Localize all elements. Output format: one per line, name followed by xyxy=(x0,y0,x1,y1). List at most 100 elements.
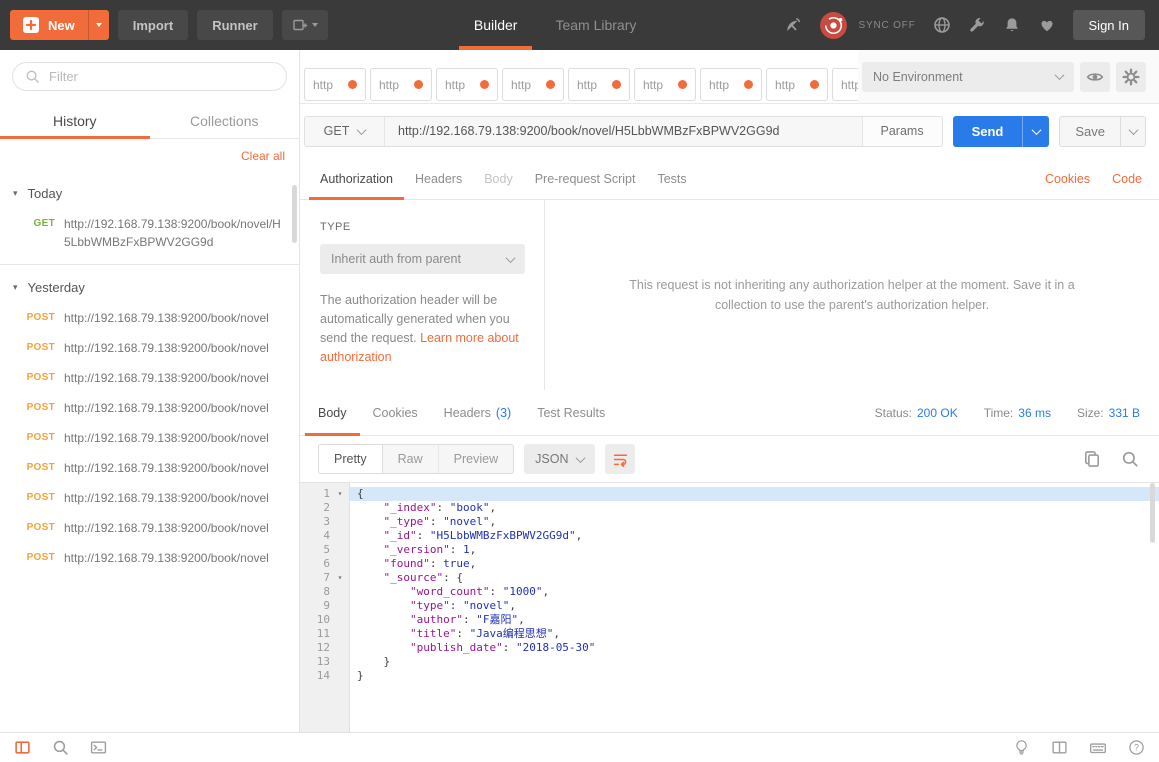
bell-icon[interactable] xyxy=(1003,16,1021,34)
history-group-header[interactable]: ▾Today xyxy=(0,173,299,209)
method-select[interactable]: GET xyxy=(305,117,385,146)
view-mode-preview[interactable]: Preview xyxy=(439,445,513,473)
wrap-text-button[interactable] xyxy=(605,444,635,474)
view-mode-raw[interactable]: Raw xyxy=(383,445,439,473)
send-dropdown-caret[interactable] xyxy=(1022,116,1049,147)
request-tab[interactable]: http xyxy=(766,68,828,101)
format-select-value: JSON xyxy=(535,452,568,466)
request-tab[interactable]: http xyxy=(370,68,432,101)
eye-icon xyxy=(1086,68,1104,86)
history-item[interactable]: POSThttp://192.168.79.138:9200/book/nove… xyxy=(0,543,299,573)
save-button-main[interactable]: Save xyxy=(1060,117,1120,146)
new-dropdown-caret[interactable] xyxy=(88,10,109,40)
tab-headers[interactable]: Headers xyxy=(404,158,473,199)
wrench-icon[interactable] xyxy=(968,16,986,34)
tab-team-library[interactable]: Team Library xyxy=(540,0,651,50)
line-number: 5 xyxy=(300,543,330,557)
filter-input[interactable] xyxy=(12,62,287,91)
new-button[interactable]: New xyxy=(10,10,109,40)
history-group-label: Yesterday xyxy=(28,280,85,295)
tab-authorization[interactable]: Authorization xyxy=(309,158,404,199)
history-item[interactable]: GEThttp://192.168.79.138:9200/book/novel… xyxy=(0,209,299,257)
console-icon[interactable] xyxy=(90,739,107,756)
history-group-header[interactable]: ▾Yesterday xyxy=(0,267,299,303)
save-button[interactable]: Save xyxy=(1059,116,1146,147)
search-all-icon[interactable] xyxy=(52,739,69,756)
request-tab[interactable]: http xyxy=(634,68,696,101)
view-mode-pretty[interactable]: Pretty xyxy=(319,445,383,473)
send-button-main[interactable]: Send xyxy=(953,116,1023,147)
send-button[interactable]: Send xyxy=(953,116,1050,147)
help-icon[interactable]: ? xyxy=(1128,739,1145,756)
history-item[interactable]: POSThttp://192.168.79.138:9200/book/nove… xyxy=(0,333,299,363)
request-tab[interactable]: http xyxy=(304,68,366,101)
method-badge: POST xyxy=(0,549,64,567)
history-item[interactable]: POSThttp://192.168.79.138:9200/book/nove… xyxy=(0,423,299,453)
request-tab[interactable]: http xyxy=(700,68,762,101)
tab-body[interactable]: Body xyxy=(473,158,524,199)
request-tab[interactable]: http xyxy=(832,68,858,101)
sidebar-scrollbar[interactable] xyxy=(292,185,297,243)
toggle-sidebar-icon[interactable] xyxy=(14,739,31,756)
request-tab[interactable]: http xyxy=(502,68,564,101)
satellite-icon[interactable] xyxy=(783,16,802,35)
tab-history[interactable]: History xyxy=(0,103,150,138)
tab-collections[interactable]: Collections xyxy=(150,103,300,138)
tab-tests[interactable]: Tests xyxy=(646,158,697,199)
import-button[interactable]: Import xyxy=(118,10,188,40)
code-link[interactable]: Code xyxy=(1112,172,1142,186)
tab-response-body[interactable]: Body xyxy=(305,390,360,435)
history-url: http://192.168.79.138:9200/book/novel xyxy=(64,459,299,477)
heart-icon[interactable] xyxy=(1038,16,1056,34)
statusbar-left xyxy=(14,739,107,756)
top-bar: New Import Runner Builder Team Library S… xyxy=(0,0,1159,50)
tab-response-cookies[interactable]: Cookies xyxy=(360,390,431,435)
cookies-link[interactable]: Cookies xyxy=(1045,172,1090,186)
request-tab[interactable]: http xyxy=(568,68,630,101)
two-pane-layout-icon[interactable] xyxy=(1051,739,1068,756)
history-item[interactable]: POSThttp://192.168.79.138:9200/book/nove… xyxy=(0,483,299,513)
tab-response-cookies-label: Cookies xyxy=(373,406,418,420)
method-badge: GET xyxy=(0,215,64,251)
clear-all-link[interactable]: Clear all xyxy=(241,149,285,163)
request-tab[interactable]: http xyxy=(436,68,498,101)
main-scrollbar[interactable] xyxy=(1150,483,1155,543)
history-item[interactable]: POSThttp://192.168.79.138:9200/book/nove… xyxy=(0,393,299,423)
open-tabs-strip: httphttphttphttphttphttphttphttphttp No … xyxy=(300,50,1159,104)
code-line: 9 "type": "novel", xyxy=(300,599,1159,613)
search-response-icon[interactable] xyxy=(1121,450,1139,468)
keyboard-shortcuts-icon[interactable] xyxy=(1089,739,1107,757)
fold-caret-icon[interactable]: ▾ xyxy=(330,571,350,585)
environment-select[interactable]: No Environment xyxy=(862,62,1074,92)
auth-type-select[interactable]: Inherit auth from parent xyxy=(320,244,525,274)
globe-icon[interactable] xyxy=(933,16,951,34)
tab-builder[interactable]: Builder xyxy=(459,0,533,50)
environment-quick-look-button[interactable] xyxy=(1080,62,1110,92)
fold-caret-icon[interactable]: ▾ xyxy=(330,487,350,501)
sync-status-icon[interactable] xyxy=(819,11,848,40)
format-select[interactable]: JSON xyxy=(524,444,595,474)
params-button-label: Params xyxy=(881,124,924,138)
sign-in-button[interactable]: Sign In xyxy=(1073,10,1145,40)
new-button-main[interactable]: New xyxy=(10,10,88,40)
tab-pre-request-script[interactable]: Pre-request Script xyxy=(524,158,647,199)
request-tab-label: http xyxy=(379,78,399,92)
history-item[interactable]: POSThttp://192.168.79.138:9200/book/nove… xyxy=(0,453,299,483)
fold-spacer xyxy=(330,501,350,515)
save-dropdown-caret[interactable] xyxy=(1120,117,1145,146)
tab-test-results[interactable]: Test Results xyxy=(524,390,618,435)
url-input[interactable] xyxy=(385,117,862,146)
runner-button[interactable]: Runner xyxy=(197,10,273,40)
history-item[interactable]: POSThttp://192.168.79.138:9200/book/nove… xyxy=(0,513,299,543)
history-item[interactable]: POSThttp://192.168.79.138:9200/book/nove… xyxy=(0,363,299,393)
tab-response-headers[interactable]: Headers(3) xyxy=(431,390,525,435)
new-workspace-button[interactable] xyxy=(282,10,328,40)
time-label: Time: xyxy=(984,406,1014,420)
params-button[interactable]: Params xyxy=(862,117,942,146)
sync-off-label: SYNC OFF xyxy=(859,20,916,31)
response-body-viewer[interactable]: 1▾{2 "_index": "book",3 "_type": "novel"… xyxy=(300,482,1159,732)
lightbulb-icon[interactable] xyxy=(1013,739,1030,756)
settings-button[interactable] xyxy=(1116,62,1146,92)
history-item[interactable]: POSThttp://192.168.79.138:9200/book/nove… xyxy=(0,303,299,333)
copy-icon[interactable] xyxy=(1083,450,1101,468)
